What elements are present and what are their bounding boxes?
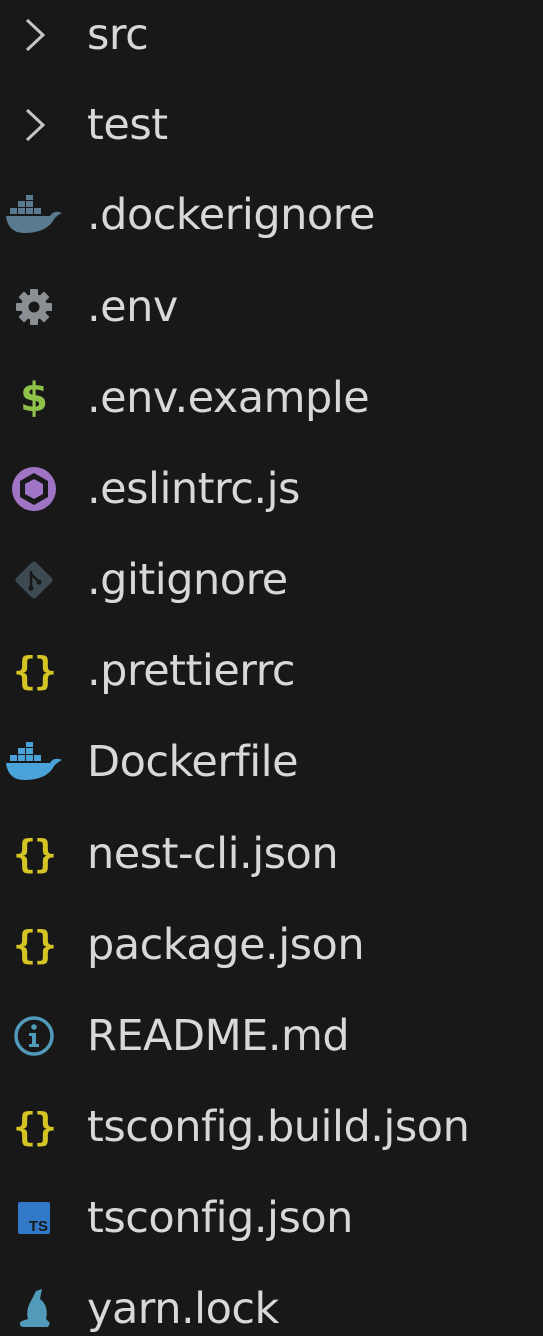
- file-label: tsconfig.build.json: [87, 1101, 470, 1152]
- docker-icon: [4, 185, 64, 245]
- eslint-icon: [4, 459, 64, 519]
- file-tsconfig-json[interactable]: TS tsconfig.json: [0, 1172, 543, 1263]
- dollar-glyph: $: [20, 374, 48, 421]
- file-label: nest-cli.json: [87, 828, 339, 879]
- file-label: src: [87, 9, 149, 60]
- file-label: test: [87, 99, 168, 150]
- file-dockerignore[interactable]: .dockerignore: [0, 169, 543, 260]
- file-yarn-lock[interactable]: yarn.lock: [0, 1263, 543, 1336]
- chevron-right-icon[interactable]: [4, 95, 64, 155]
- json-braces-icon: {}: [4, 1097, 64, 1157]
- typescript-icon: TS: [4, 1188, 64, 1248]
- gear-icon: [4, 277, 64, 337]
- json-braces-icon: {}: [4, 824, 64, 884]
- file-label: .prettierrc: [87, 645, 296, 696]
- braces-glyph: {}: [13, 1104, 57, 1149]
- file-label: .dockerignore: [87, 189, 375, 240]
- file-label: .env.example: [87, 372, 370, 423]
- braces-glyph: {}: [13, 648, 57, 693]
- file-label: .env: [87, 281, 178, 332]
- folder-src[interactable]: src: [0, 0, 543, 80]
- file-readme[interactable]: README.md: [0, 990, 543, 1081]
- docker-icon: [4, 732, 64, 792]
- yarn-icon: [4, 1279, 64, 1336]
- chevron-right-icon[interactable]: [4, 5, 64, 65]
- ts-glyph: TS: [29, 1218, 48, 1235]
- file-prettierrc[interactable]: {} .prettierrc: [0, 625, 543, 716]
- file-label: README.md: [87, 1010, 350, 1061]
- file-label: .gitignore: [87, 554, 288, 605]
- braces-glyph: {}: [13, 922, 57, 967]
- file-package-json[interactable]: {} package.json: [0, 899, 543, 990]
- file-label: tsconfig.json: [87, 1192, 353, 1243]
- dollar-icon: $: [4, 368, 64, 428]
- folder-test[interactable]: test: [0, 79, 543, 170]
- file-tsconfig-build-json[interactable]: {} tsconfig.build.json: [0, 1081, 543, 1172]
- file-gitignore[interactable]: .gitignore: [0, 534, 543, 625]
- info-icon: [4, 1006, 64, 1066]
- file-dockerfile[interactable]: Dockerfile: [0, 716, 543, 807]
- file-label: Dockerfile: [87, 736, 299, 787]
- file-env-example[interactable]: $ .env.example: [0, 352, 543, 443]
- file-env[interactable]: .env: [0, 261, 543, 352]
- file-explorer: src test .dockerignore .env $ .env.examp…: [0, 0, 543, 1336]
- json-braces-icon: {}: [4, 915, 64, 975]
- file-nest-cli-json[interactable]: {} nest-cli.json: [0, 808, 543, 899]
- file-label: .eslintrc.js: [87, 463, 300, 514]
- file-label: yarn.lock: [87, 1283, 279, 1334]
- file-eslintrc[interactable]: .eslintrc.js: [0, 443, 543, 534]
- json-braces-icon: {}: [4, 641, 64, 701]
- file-label: package.json: [87, 919, 365, 970]
- git-icon: [4, 550, 64, 610]
- braces-glyph: {}: [13, 831, 57, 876]
